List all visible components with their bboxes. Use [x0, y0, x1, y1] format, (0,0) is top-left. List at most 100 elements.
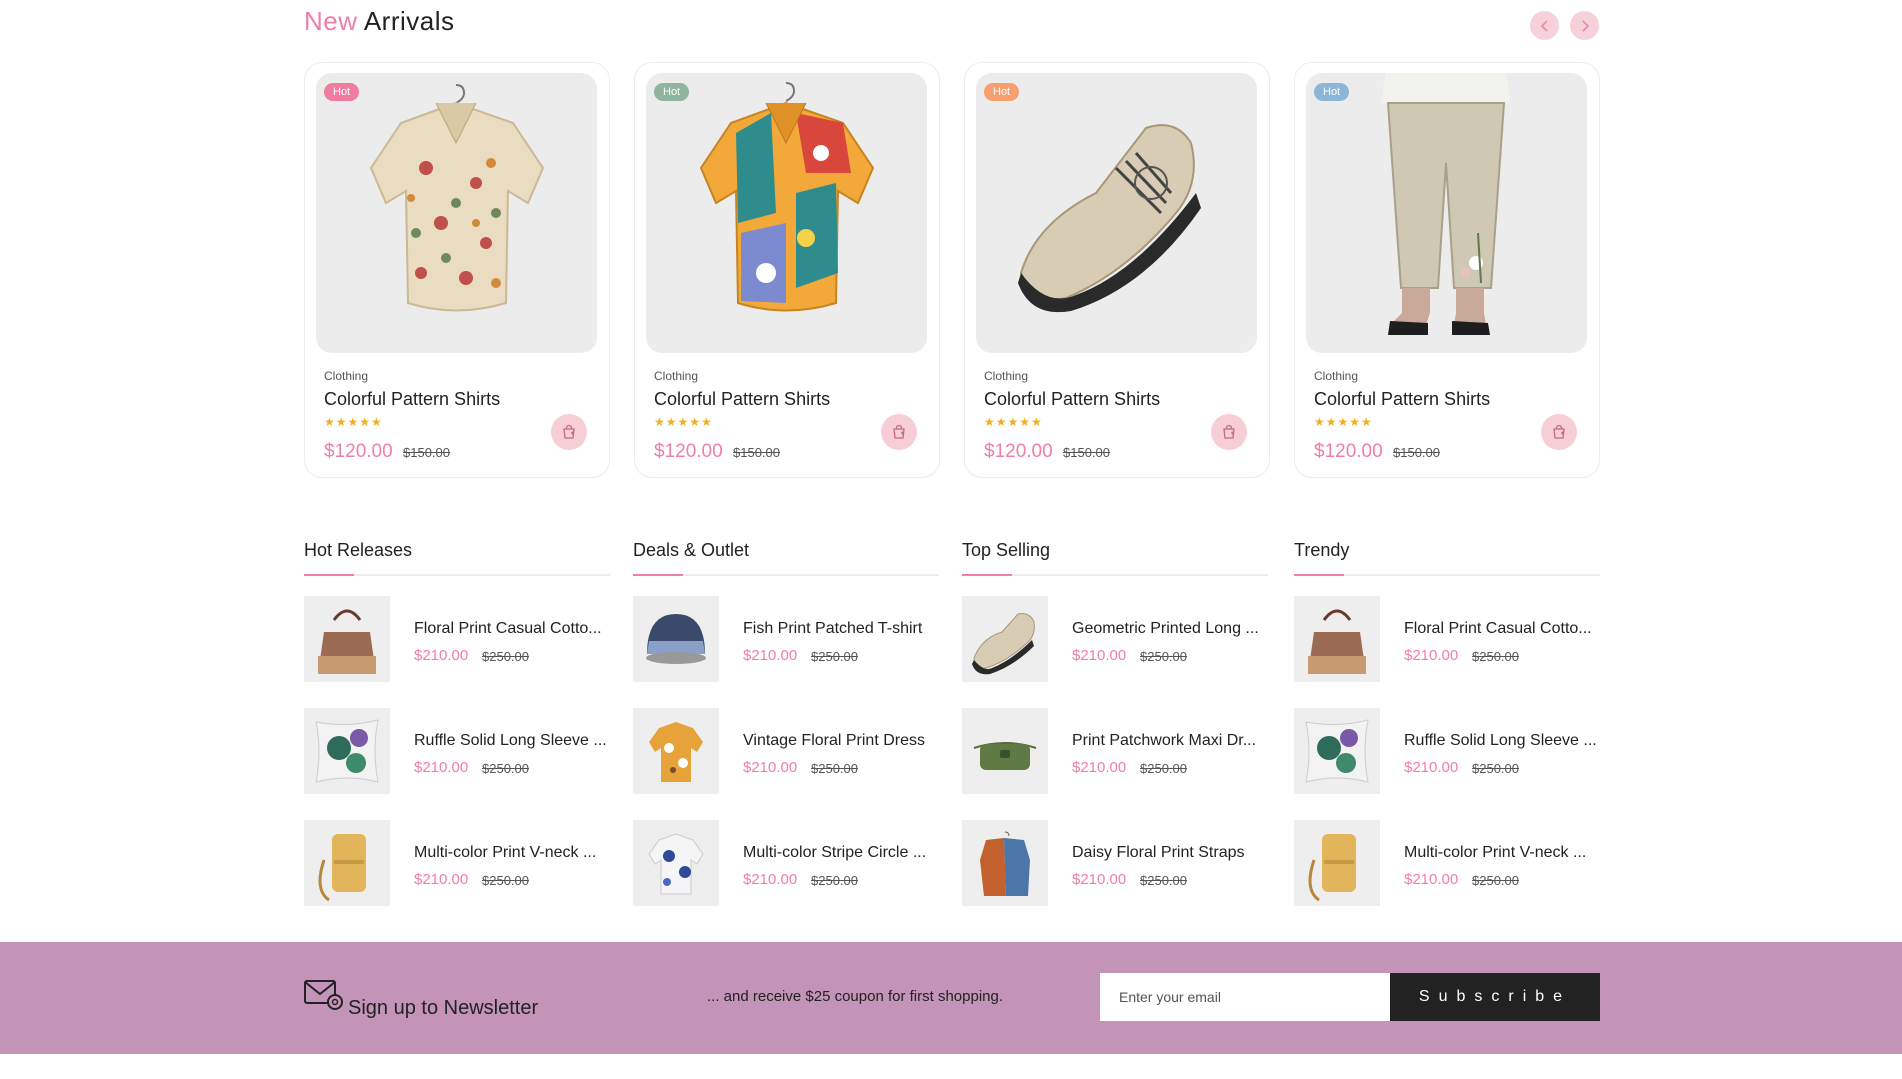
item-price: $210.00 — [1404, 759, 1459, 776]
item-old-price: $250.00 — [1140, 649, 1187, 664]
list-deals-outlet: Deals & Outlet Fish Print Patched T-shir… — [633, 540, 939, 906]
item-thumbnail[interactable] — [962, 708, 1048, 794]
product-lists: Hot Releases Floral Print Casual Cotto..… — [304, 540, 1600, 910]
list-item[interactable]: Geometric Printed Long ... $210.00 $250.… — [962, 596, 1268, 682]
item-price: $210.00 — [1404, 647, 1459, 664]
item-thumbnail[interactable] — [1294, 596, 1380, 682]
hot-badge: Hot — [1314, 83, 1350, 101]
item-price: $210.00 — [1072, 647, 1127, 664]
item-name[interactable]: Ruffle Solid Long Sleeve ... — [414, 732, 608, 750]
sneaker-thumb-image — [972, 613, 1035, 675]
add-to-cart-button[interactable] — [551, 414, 587, 450]
star-rating: ★★★★★ — [324, 415, 383, 429]
item-price: $210.00 — [743, 871, 798, 888]
product-card[interactable]: Hot Clothing Colorful Pattern Shirts ★★★… — [964, 62, 1270, 478]
product-image[interactable]: Hot — [646, 73, 927, 353]
chevron-right-icon — [1581, 19, 1589, 32]
product-name[interactable]: Colorful Pattern Shirts — [654, 389, 830, 410]
list-item[interactable]: Multi-color Stripe Circle ... $210.00 $2… — [633, 820, 939, 906]
newsletter-note: ... and receive $25 coupon for first sho… — [707, 988, 1004, 1005]
item-thumbnail[interactable] — [304, 708, 390, 794]
item-old-price: $250.00 — [482, 761, 529, 776]
item-name[interactable]: Floral Print Casual Cotto... — [1404, 620, 1598, 638]
list-title: Trendy — [1294, 540, 1350, 560]
product-card[interactable]: Hot Clothing Colorful Pattern Shirts ★★★… — [1294, 62, 1600, 478]
item-thumbnail[interactable] — [304, 820, 390, 906]
add-to-cart-button[interactable] — [881, 414, 917, 450]
item-thumbnail[interactable] — [633, 820, 719, 906]
product-image[interactable]: Hot — [316, 73, 597, 353]
product-card[interactable]: Hot Clothing Colorful Pattern Shirts ★★★… — [304, 62, 610, 478]
carousel-next-button[interactable] — [1570, 11, 1599, 40]
add-to-cart-button[interactable] — [1541, 414, 1577, 450]
product-category: Clothing — [324, 369, 369, 383]
item-thumbnail[interactable] — [1294, 708, 1380, 794]
item-name[interactable]: Vintage Floral Print Dress — [743, 732, 937, 750]
mail-icon — [304, 980, 343, 1010]
item-thumbnail[interactable] — [1294, 820, 1380, 906]
item-old-price: $250.00 — [482, 873, 529, 888]
list-item[interactable]: Fish Print Patched T-shirt $210.00 $250.… — [633, 596, 939, 682]
shopping-bag-icon — [1553, 424, 1565, 439]
item-name[interactable]: Geometric Printed Long ... — [1072, 620, 1266, 638]
item-name[interactable]: Ruffle Solid Long Sleeve ... — [1404, 732, 1598, 750]
product-category: Clothing — [984, 369, 1029, 383]
newsletter-bar: Sign up to Newsletter ... and receive $2… — [0, 942, 1902, 1054]
item-thumbnail[interactable] — [633, 708, 719, 794]
product-name[interactable]: Colorful Pattern Shirts — [984, 389, 1160, 410]
item-name[interactable]: Multi-color Print V-neck ... — [414, 844, 608, 862]
list-item[interactable]: Multi-color Print V-neck ... $210.00 $25… — [1294, 820, 1600, 906]
subscribe-button[interactable]: Subscribe — [1390, 973, 1600, 1021]
phone-bag-image — [1308, 834, 1356, 902]
product-image[interactable]: Hot — [976, 73, 1257, 353]
email-input[interactable] — [1100, 973, 1390, 1021]
title-accent: New — [304, 6, 358, 36]
item-thumbnail[interactable] — [633, 596, 719, 682]
shopping-bag-icon — [1223, 424, 1235, 439]
product-price: $120.00 — [654, 441, 723, 462]
product-category: Clothing — [1314, 369, 1359, 383]
list-item[interactable]: Daisy Floral Print Straps $210.00 $250.0… — [962, 820, 1268, 906]
list-item[interactable]: Print Patchwork Maxi Dr... $210.00 $250.… — [962, 708, 1268, 794]
list-item[interactable]: Ruffle Solid Long Sleeve ... $210.00 $25… — [1294, 708, 1600, 794]
colorful-shirt-image — [699, 82, 875, 312]
item-name[interactable]: Daisy Floral Print Straps — [1072, 844, 1266, 862]
new-arrivals-title: New Arrivals — [304, 6, 454, 37]
new-arrivals-header: New Arrivals — [304, 6, 1600, 46]
list-item[interactable]: Ruffle Solid Long Sleeve ... $210.00 $25… — [304, 708, 610, 794]
mushroom-shirt-image — [369, 84, 545, 312]
item-thumbnail[interactable] — [962, 596, 1048, 682]
green-bag-image — [973, 742, 1037, 770]
product-name[interactable]: Colorful Pattern Shirts — [1314, 389, 1490, 410]
star-rating: ★★★★★ — [984, 415, 1043, 429]
list-title: Top Selling — [962, 540, 1051, 560]
list-title: Hot Releases — [304, 540, 413, 560]
item-name[interactable]: Print Patchwork Maxi Dr... — [1072, 732, 1266, 750]
product-card[interactable]: Hot Clothing Colorful Pattern Shirts ★★★… — [634, 62, 940, 478]
list-item[interactable]: Floral Print Casual Cotto... $210.00 $25… — [1294, 596, 1600, 682]
product-price: $120.00 — [324, 441, 393, 462]
carousel-prev-button[interactable] — [1530, 11, 1559, 40]
item-name[interactable]: Multi-color Print V-neck ... — [1404, 844, 1598, 862]
item-name[interactable]: Multi-color Stripe Circle ... — [743, 844, 937, 862]
item-name[interactable]: Floral Print Casual Cotto... — [414, 620, 608, 638]
title-underline — [304, 574, 610, 576]
item-thumbnail[interactable] — [304, 596, 390, 682]
product-image[interactable]: Hot — [1306, 73, 1587, 353]
title-underline — [962, 574, 1268, 576]
add-to-cart-button[interactable] — [1211, 414, 1247, 450]
product-name[interactable]: Colorful Pattern Shirts — [324, 389, 500, 410]
list-title: Deals & Outlet — [633, 540, 750, 560]
linen-pants-image — [1381, 73, 1511, 335]
list-item[interactable]: Vintage Floral Print Dress $210.00 $250.… — [633, 708, 939, 794]
list-item[interactable]: Floral Print Casual Cotto... $210.00 $25… — [304, 596, 610, 682]
item-old-price: $250.00 — [1140, 873, 1187, 888]
item-price: $210.00 — [743, 759, 798, 776]
item-name[interactable]: Fish Print Patched T-shirt — [743, 620, 937, 638]
item-thumbnail[interactable] — [962, 820, 1048, 906]
list-hot-releases: Hot Releases Floral Print Casual Cotto..… — [304, 540, 610, 906]
list-item[interactable]: Multi-color Print V-neck ... $210.00 $25… — [304, 820, 610, 906]
jackets-image — [980, 831, 1030, 896]
item-price: $210.00 — [414, 759, 469, 776]
star-rating: ★★★★★ — [1314, 415, 1373, 429]
